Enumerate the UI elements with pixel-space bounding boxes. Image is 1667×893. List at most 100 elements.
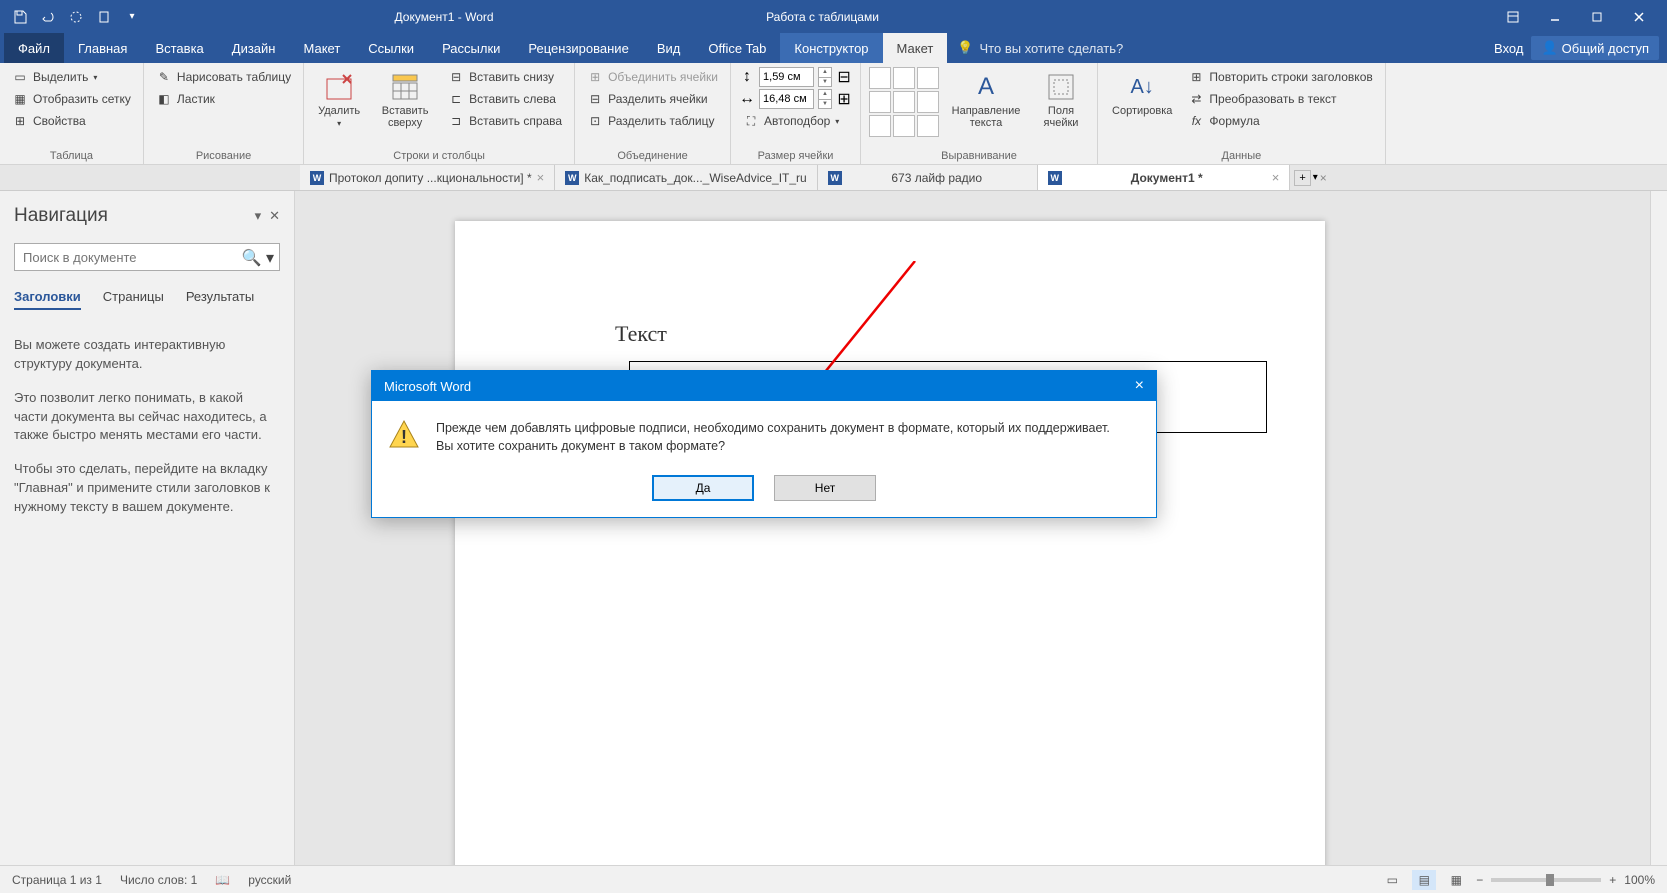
- status-words[interactable]: Число слов: 1: [120, 873, 197, 887]
- spellcheck-icon[interactable]: 📖: [215, 873, 230, 887]
- autofit-button[interactable]: ⛶Автоподбор▾: [739, 111, 852, 131]
- dialog-close-icon[interactable]: ×: [1135, 377, 1144, 395]
- align-bc[interactable]: [893, 115, 915, 137]
- select-button[interactable]: ▭Выделить▾: [8, 67, 135, 87]
- doc-tab-3[interactable]: WДокумент1 *×: [1038, 165, 1291, 190]
- close-icon[interactable]: [1619, 5, 1659, 29]
- align-ml[interactable]: [869, 91, 891, 113]
- distribute-rows-icon[interactable]: ⊟: [836, 69, 852, 85]
- redo-icon[interactable]: [64, 5, 88, 29]
- document-text[interactable]: Текст: [615, 321, 667, 347]
- save-icon[interactable]: [8, 5, 32, 29]
- nav-tab-results[interactable]: Результаты: [186, 289, 254, 310]
- nav-dropdown-icon[interactable]: ▾: [255, 208, 262, 224]
- eraser-button[interactable]: ◧Ластик: [152, 89, 295, 109]
- align-tr[interactable]: [917, 67, 939, 89]
- maximize-icon[interactable]: [1577, 5, 1617, 29]
- doc-tab-2[interactable]: W673 лайф радио: [818, 165, 1038, 190]
- navigation-pane: Навигация ▾✕ 🔍 ▾ Заголовки Страницы Резу…: [0, 191, 295, 865]
- tab-constructor[interactable]: Конструктор: [780, 33, 882, 63]
- cell-margins-button[interactable]: Поля ячейки: [1033, 67, 1089, 148]
- align-br[interactable]: [917, 115, 939, 137]
- no-button[interactable]: Нет: [774, 475, 876, 501]
- page[interactable]: Текст: [455, 221, 1325, 865]
- insert-below-button[interactable]: ⊟Вставить снизу: [444, 67, 566, 87]
- split-table-button[interactable]: ⊡Разделить таблицу: [583, 111, 722, 131]
- yes-button[interactable]: Да: [652, 475, 754, 501]
- nav-tab-headings[interactable]: Заголовки: [14, 289, 81, 310]
- context-tab-title: Работа с таблицами: [736, 10, 909, 24]
- scrollbar-vertical[interactable]: [1650, 191, 1667, 865]
- repeat-header-button[interactable]: ⊞Повторить строки заголовков: [1184, 67, 1376, 87]
- tab-table-layout[interactable]: Макет: [883, 33, 948, 63]
- align-tc[interactable]: [893, 67, 915, 89]
- tab-close-all-icon[interactable]: ×: [1320, 171, 1327, 185]
- gridlines-button[interactable]: ▦Отобразить сетку: [8, 89, 135, 109]
- tab-layout[interactable]: Макет: [289, 33, 354, 63]
- convert-label: Преобразовать в текст: [1209, 92, 1336, 106]
- new-tab-icon[interactable]: +: [1294, 170, 1310, 186]
- doc-tab-0[interactable]: WПротокол допиту ...кциональности] *×: [300, 165, 555, 190]
- zoom-in-icon[interactable]: +: [1609, 873, 1616, 887]
- view-read-icon[interactable]: ▭: [1380, 870, 1404, 890]
- search-icon[interactable]: 🔍 ▾: [242, 248, 274, 268]
- height-spinner[interactable]: ▲▼: [818, 67, 832, 87]
- zoom-value[interactable]: 100%: [1624, 873, 1655, 887]
- tab-close-icon[interactable]: ×: [1272, 170, 1280, 185]
- undo-icon[interactable]: [36, 5, 60, 29]
- insert-right-button[interactable]: ⊐Вставить справа: [444, 111, 566, 131]
- col-width-input[interactable]: [759, 89, 814, 109]
- properties-button[interactable]: ⊞Свойства: [8, 111, 135, 131]
- tab-file[interactable]: Файл: [4, 33, 64, 63]
- insert-above-button[interactable]: Вставить сверху: [372, 67, 438, 148]
- sort-button[interactable]: A↓Сортировка: [1106, 67, 1178, 148]
- split-cells-button[interactable]: ⊟Разделить ячейки: [583, 89, 722, 109]
- dialog-title-text: Microsoft Word: [384, 379, 471, 394]
- tab-view[interactable]: Вид: [643, 33, 695, 63]
- tab-menu-icon[interactable]: ▾: [1313, 172, 1318, 183]
- qat-dropdown-icon[interactable]: ▾: [120, 5, 144, 29]
- document-canvas[interactable]: Текст: [295, 191, 1667, 865]
- text-direction-button[interactable]: AНаправление текста: [945, 67, 1027, 148]
- doc-tab-1[interactable]: WКак_подписать_док..._WiseAdvice_IT_ru: [555, 165, 818, 190]
- tell-me-search[interactable]: 💡 Что вы хотите сделать?: [957, 40, 1123, 56]
- nav-close-icon[interactable]: ✕: [269, 208, 280, 224]
- draw-table-button[interactable]: ✎Нарисовать таблицу: [152, 67, 295, 87]
- formula-button[interactable]: fxФормула: [1184, 111, 1376, 131]
- share-button[interactable]: 👤 Общий доступ: [1531, 36, 1659, 60]
- tab-review[interactable]: Рецензирование: [514, 33, 642, 63]
- status-page[interactable]: Страница 1 из 1: [12, 873, 102, 887]
- sort-label: Сортировка: [1112, 105, 1172, 117]
- tab-references[interactable]: Ссылки: [354, 33, 428, 63]
- touch-mode-icon[interactable]: [92, 5, 116, 29]
- align-bl[interactable]: [869, 115, 891, 137]
- ribbon-options-icon[interactable]: [1493, 5, 1533, 29]
- delete-button[interactable]: Удалить▾: [312, 67, 366, 148]
- properties-label: Свойства: [33, 114, 86, 128]
- align-mc[interactable]: [893, 91, 915, 113]
- view-print-icon[interactable]: ▤: [1412, 870, 1436, 890]
- view-web-icon[interactable]: ▦: [1444, 870, 1468, 890]
- search-input[interactable]: [14, 243, 280, 271]
- width-spinner[interactable]: ▲▼: [818, 89, 832, 109]
- tab-design[interactable]: Дизайн: [218, 33, 290, 63]
- zoom-slider[interactable]: [1491, 878, 1601, 882]
- row-height-input[interactable]: [759, 67, 814, 87]
- convert-text-button[interactable]: ⇄Преобразовать в текст: [1184, 89, 1376, 109]
- align-tl[interactable]: [869, 67, 891, 89]
- minimize-icon[interactable]: [1535, 5, 1575, 29]
- merge-cells-button[interactable]: ⊞Объединить ячейки: [583, 67, 722, 87]
- tab-insert[interactable]: Вставка: [141, 33, 217, 63]
- tab-home[interactable]: Главная: [64, 33, 141, 63]
- status-language[interactable]: русский: [248, 873, 291, 887]
- align-mr[interactable]: [917, 91, 939, 113]
- signin-link[interactable]: Вход: [1494, 41, 1523, 56]
- tab-office-tab[interactable]: Office Tab: [694, 33, 780, 63]
- tab-mailings[interactable]: Рассылки: [428, 33, 514, 63]
- nav-tab-pages[interactable]: Страницы: [103, 289, 164, 310]
- insert-left-button[interactable]: ⊏Вставить слева: [444, 89, 566, 109]
- tab-close-icon[interactable]: ×: [537, 170, 545, 185]
- distribute-cols-icon[interactable]: ⊞: [836, 91, 852, 107]
- tell-me-label: Что вы хотите сделать?: [980, 41, 1124, 56]
- zoom-out-icon[interactable]: −: [1476, 873, 1483, 887]
